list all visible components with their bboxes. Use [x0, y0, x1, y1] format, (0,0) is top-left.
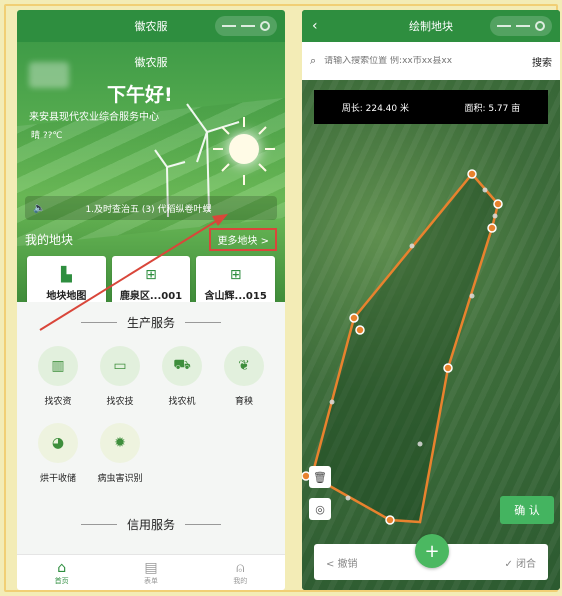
search-bar: ⌕ 搜索 — [302, 42, 560, 80]
monitor-icon: ▭ — [100, 346, 140, 386]
service-center-name: 来安县现代农业综合服务中心 — [29, 112, 159, 123]
supplies-icon: ▥ — [38, 346, 78, 386]
land-card-label: 鹿泉区...001 — [119, 290, 183, 302]
land-card-label: 含山辉...015 — [204, 290, 267, 302]
production-services-grid: ▥ 找农资 ▭ 找农技 ⛟ 找农机 ❦ 育秧 ◕ 烘干收储 ✹ 病虫害识别 — [27, 346, 275, 484]
trash-icon: 🗑 — [313, 470, 327, 484]
tab-forms[interactable]: ▤ 表单 — [144, 560, 158, 586]
service-seedling[interactable]: ❦ 育秧 — [213, 346, 275, 407]
plus-icon: + — [424, 540, 440, 562]
tractor-icon: ⛟ — [162, 346, 202, 386]
home-screen: 徽农服 徽农服 下午好! 来安县现代农业综合服务中心 晴 ??℃ 🔈 1.及时查… — [17, 10, 285, 590]
user-icon: ⍝ — [236, 559, 245, 576]
search-button[interactable]: 搜索 — [532, 54, 552, 69]
bottom-tab-bar: ⌂ 首页 ▤ 表单 ⍝ 我的 — [17, 554, 285, 590]
tab-home[interactable]: ⌂ 首页 — [55, 560, 69, 586]
service-find-machinery[interactable]: ⛟ 找农机 — [151, 346, 213, 407]
notice-bar[interactable]: 🔈 1.及时查治五 (3) 代稻纵卷叶螟 — [25, 196, 277, 220]
land-card-list: ▙ 地块地图 ⊞ 鹿泉区...001 ⊞ 含山辉...015 — [27, 256, 276, 302]
area-value: 面积: 5.77 亩 — [464, 103, 521, 114]
avatar — [29, 62, 69, 88]
app-title: 徽农服 — [134, 20, 168, 33]
speaker-icon: 🔈 — [33, 202, 46, 214]
land-card-label: 地块地图 — [46, 290, 87, 302]
sun-icon — [229, 134, 259, 164]
production-section-label: 生产服务 — [126, 316, 175, 330]
service-label: 烘干收储 — [39, 474, 76, 484]
service-label: 育秧 — [234, 397, 253, 407]
mini-program-capsule[interactable] — [490, 16, 552, 36]
search-icon: ⌕ — [310, 54, 317, 67]
tab-mine[interactable]: ⍝ 我的 — [233, 560, 247, 586]
service-label: 找农资 — [44, 397, 72, 407]
service-label: 病虫害识别 — [97, 474, 143, 484]
weather-info: 晴 ??℃ — [31, 131, 63, 141]
bug-icon: ✹ — [100, 423, 140, 463]
my-lands-title: 我的地块 — [25, 232, 74, 247]
production-section-title: 生产服务 — [17, 314, 285, 331]
add-point-button[interactable]: + — [415, 534, 449, 568]
field-grid-icon: ⊞ — [229, 266, 242, 283]
page-title: 绘制地块 — [409, 20, 453, 33]
mini-program-capsule[interactable] — [215, 16, 277, 36]
minimize-icon[interactable] — [515, 25, 530, 27]
location-search-input[interactable] — [324, 56, 532, 66]
title-bar: ‹ 绘制地块 — [302, 10, 560, 42]
service-label: 找农技 — [106, 397, 134, 407]
minimize-icon[interactable] — [240, 25, 255, 27]
greeting: 下午好! — [107, 84, 173, 106]
land-card-015[interactable]: ⊞ 含山辉...015 — [196, 256, 276, 302]
hero-banner: 徽农服 下午好! 来安县现代农业综合服务中心 晴 ??℃ 🔈 1.及时查治五 (… — [17, 42, 285, 302]
credit-section-title: 信用服务 — [17, 516, 285, 533]
tab-label: 首页 — [54, 576, 69, 585]
land-card-map[interactable]: ▙ 地块地图 — [27, 256, 106, 302]
my-lands-header: 我的地块 更多地块 > — [25, 227, 277, 251]
close-target-icon[interactable] — [260, 21, 271, 31]
locate-icon: ◎ — [315, 502, 325, 516]
delete-button[interactable]: 🗑 — [309, 466, 331, 488]
confirm-button[interactable]: 确 认 — [500, 496, 554, 524]
service-label: 找农机 — [168, 397, 196, 407]
more-lands-button[interactable]: 更多地块 > — [209, 227, 277, 251]
service-pest-identify[interactable]: ✹ 病虫害识别 — [89, 423, 151, 484]
service-find-supplies[interactable]: ▥ 找农资 — [27, 346, 89, 407]
measurement-panel: 周长: 224.40 米 面积: 5.77 亩 — [314, 90, 548, 124]
undo-button[interactable]: < 撤销 — [326, 555, 358, 570]
close-shape-button[interactable]: ✓ 闭合 — [504, 555, 536, 570]
service-drying-storage[interactable]: ◕ 烘干收储 — [27, 423, 89, 484]
field-grid-icon: ⊞ — [145, 266, 157, 283]
tab-label: 表单 — [143, 576, 158, 585]
close-target-icon[interactable] — [535, 21, 546, 31]
perimeter-value: 周长: 224.40 米 — [341, 103, 409, 114]
home-icon: ⌂ — [57, 559, 67, 576]
tab-label: 我的 — [233, 576, 248, 585]
notice-text: 1.及时查治五 (3) 代稻纵卷叶螟 — [85, 204, 212, 215]
land-card-001[interactable]: ⊞ 鹿泉区...001 — [111, 256, 191, 302]
credit-section-label: 信用服务 — [126, 518, 175, 532]
back-icon[interactable]: ‹ — [312, 18, 318, 34]
service-find-tech[interactable]: ▭ 找农技 — [89, 346, 151, 407]
title-bar: 徽农服 — [17, 10, 285, 42]
drying-icon: ◕ — [38, 423, 78, 463]
seedling-icon: ❦ — [224, 346, 264, 386]
form-icon: ▤ — [144, 559, 158, 576]
more-icon[interactable] — [496, 25, 511, 27]
locate-button[interactable]: ◎ — [309, 498, 331, 520]
more-icon[interactable] — [221, 25, 236, 27]
draw-plot-screen: ‹ 绘制地块 ⌕ 搜索 周长: 224.40 米 面积: 5.77 亩 — [302, 10, 560, 590]
map-book-icon: ▙ — [60, 266, 72, 283]
